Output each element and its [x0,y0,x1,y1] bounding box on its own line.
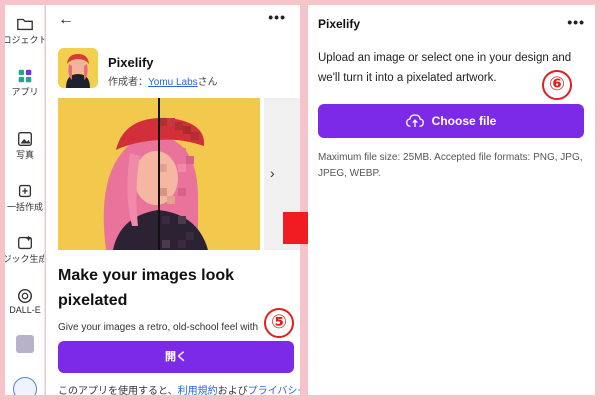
more-options-icon[interactable]: ••• [567,14,585,30]
choose-file-label: Choose file [431,114,497,128]
step-badge-5: ⑤ [264,308,294,338]
back-arrow-icon[interactable]: ← [58,11,74,29]
terms-link[interactable]: 利用規約 [178,386,218,395]
file-requirements: Maximum file size: 25MB. Accepted file f… [318,152,583,179]
app-name: Pixelify [108,55,154,70]
pixelated-portrait-illustration [58,98,260,250]
sidebar-item-apps[interactable]: アプリ [5,67,44,98]
app-logo [58,48,98,88]
app-headline: Make your images look pixelated [58,267,235,309]
open-button[interactable]: 開く [58,341,294,373]
pixelify-app-panel: Pixelify ••• Upload an image or select o… [308,5,595,395]
sidebar-item-bulk-create[interactable]: 一括作成 [5,182,44,213]
sidebar-item-label: ジック生成 [5,254,45,264]
apps-icon [18,69,32,83]
chevron-right-icon[interactable]: › [270,165,275,181]
sidebar-item-label: 一括作成 [6,202,43,212]
app-logo-icon [58,48,98,88]
privacy-link[interactable]: プライバシーポリ [248,386,300,395]
left-sidebar: ロジェクト アプリ 写真 一括作成 ジック生成 DALL-E [5,5,45,395]
sidebar-item-more[interactable] [5,377,44,395]
photo-icon [18,132,32,146]
panel-title: Pixelify [318,17,361,31]
sidebar-item-dalle[interactable]: DALL-E [5,287,44,315]
magic-generate-icon [18,235,32,250]
sidebar-item-label: 写真 [15,150,34,160]
sidebar-item-label: アプリ [11,87,39,97]
terms-notice: このアプリを使用すると、利用規約およびプライバシーポリ [58,382,300,395]
folder-icon [17,18,33,31]
sidebar-item-label: DALL-E [9,305,41,315]
more-apps-icon [13,377,37,395]
sidebar-item-photos[interactable]: 写真 [5,130,44,161]
sidebar-item-projects[interactable]: ロジェクト [5,15,45,46]
sidebar-item-magic-generate[interactable]: ジック生成 [5,234,45,265]
app-author: 作成者：Yomu Labsさん [108,73,218,88]
sidebar-item-label: ロジェクト [5,35,45,45]
app-preview-image [58,98,260,250]
cloud-upload-icon [405,114,424,127]
app-thumbnail-icon [16,335,34,353]
choose-file-button[interactable]: Choose file [318,104,584,138]
terms-middle: および [217,386,248,395]
app-detail-panel: ← ••• Pixelify 作成者：Yomu Labsさん › Make yo… [46,5,300,395]
app-description: Give your images a retro, old-school fee… [58,322,259,333]
terms-prefix: このアプリを使用すると、 [58,386,178,395]
more-options-icon[interactable]: ••• [268,9,286,25]
author-link[interactable]: Yomu Labs [148,77,198,88]
step-badge-6: ⑥ [542,70,572,100]
bulk-create-icon [18,184,32,198]
author-prefix: 作成者： [108,77,148,88]
dalle-icon [17,288,33,304]
author-suffix: さん [197,77,218,88]
sidebar-item-recent-app[interactable] [5,335,44,353]
